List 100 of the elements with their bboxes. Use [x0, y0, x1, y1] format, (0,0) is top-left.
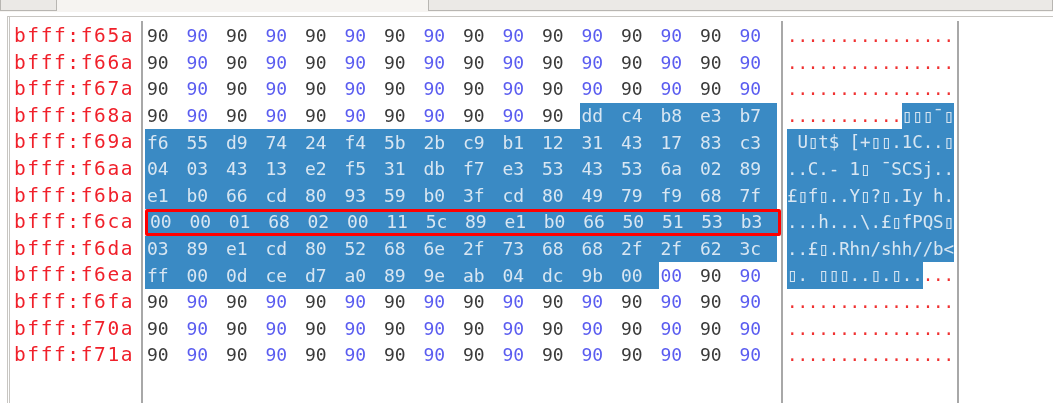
hex-byte[interactable]: 90	[698, 315, 738, 343]
hex-byte[interactable]: 90	[342, 102, 382, 130]
hex-byte[interactable]: 51	[659, 212, 700, 233]
hex-byte[interactable]: 90	[461, 23, 501, 50]
hex-byte[interactable]: 90	[500, 76, 540, 103]
hex-byte[interactable]: 90	[382, 76, 422, 103]
hex-byte[interactable]: f4	[342, 129, 382, 156]
hex-byte[interactable]: 90	[421, 76, 461, 103]
hex-byte[interactable]: 90	[737, 315, 777, 343]
hex-byte[interactable]: 50	[620, 212, 660, 233]
hex-byte[interactable]: 90	[500, 342, 540, 369]
hex-byte[interactable]: 11	[384, 212, 424, 233]
hex-byte[interactable]: 12	[540, 129, 580, 156]
hex-byte[interactable]: 02	[305, 212, 345, 233]
hex-byte[interactable]: 90	[698, 288, 738, 316]
hex-byte[interactable]: 90	[184, 342, 224, 369]
hex-byte[interactable]: 90	[382, 49, 422, 77]
hex-byte[interactable]: e1	[502, 212, 542, 233]
hex-byte[interactable]: 90	[145, 342, 185, 369]
hex-byte[interactable]: 90	[224, 342, 264, 369]
hex-byte[interactable]: b1	[500, 129, 540, 156]
hex-byte[interactable]: 90	[224, 315, 264, 343]
hex-byte[interactable]: 90	[263, 76, 303, 103]
hex-byte[interactable]: 90	[382, 288, 422, 316]
hex-byte[interactable]: 3f	[461, 182, 501, 210]
hex-byte[interactable]: 01	[226, 212, 267, 233]
hex-byte[interactable]: 90	[421, 315, 461, 343]
hex-byte[interactable]: e2	[303, 155, 343, 183]
hex-byte[interactable]: 90	[658, 23, 698, 50]
hex-byte[interactable]: 90	[342, 315, 382, 343]
hex-byte[interactable]: 00	[658, 262, 698, 289]
hex-byte[interactable]: 90	[658, 342, 698, 369]
hex-byte[interactable]: 90	[540, 342, 580, 369]
hex-byte[interactable]: 90	[737, 76, 777, 103]
hex-byte[interactable]: 90	[461, 342, 501, 369]
hex-byte[interactable]: 90	[303, 49, 343, 77]
hex-byte[interactable]: 2f	[461, 235, 501, 263]
hex-byte[interactable]: 90	[184, 76, 224, 103]
hex-byte[interactable]: f6	[145, 129, 185, 156]
hex-byte[interactable]: 90	[303, 102, 343, 130]
hex-byte[interactable]: 90	[145, 315, 185, 343]
hex-byte[interactable]: 68	[540, 235, 580, 263]
hex-byte[interactable]: 90	[342, 49, 382, 77]
hex-byte[interactable]: 90	[382, 102, 422, 130]
hex-byte[interactable]: dd	[579, 102, 619, 130]
hex-byte[interactable]: 90	[737, 342, 777, 369]
hex-byte[interactable]: 24	[303, 129, 343, 156]
hex-byte[interactable]: 90	[500, 49, 540, 77]
hex-byte[interactable]: ab	[461, 262, 501, 289]
hex-byte[interactable]: 55	[184, 129, 224, 156]
hex-byte[interactable]: 2f	[619, 235, 659, 263]
hex-byte[interactable]: 90	[461, 76, 501, 103]
hex-byte[interactable]: 68	[698, 182, 738, 210]
hex-byte[interactable]: c3	[737, 129, 777, 156]
hex-byte[interactable]: 03	[145, 235, 185, 263]
hex-byte[interactable]: 90	[619, 288, 659, 316]
hex-byte[interactable]: 9e	[421, 262, 461, 289]
hex-byte[interactable]: 90	[421, 49, 461, 77]
ascii-text[interactable]: ................	[787, 315, 954, 343]
hex-byte[interactable]: 90	[145, 23, 185, 50]
hex-byte[interactable]: e1	[145, 182, 185, 210]
hex-byte[interactable]: 79	[619, 182, 659, 210]
hex-byte[interactable]: c4	[619, 102, 659, 130]
hex-byte[interactable]: 90	[263, 288, 303, 316]
hex-byte[interactable]: 90	[303, 342, 343, 369]
hex-byte[interactable]: 90	[619, 76, 659, 103]
hex-byte[interactable]: 90	[303, 23, 343, 50]
hex-byte[interactable]: 90	[461, 102, 501, 130]
hex-byte[interactable]: 90	[658, 288, 698, 316]
hex-byte[interactable]: 90	[421, 342, 461, 369]
hex-byte[interactable]: b7	[737, 102, 777, 130]
hex-byte[interactable]: 5c	[423, 212, 463, 233]
hex-byte[interactable]: 04	[500, 262, 540, 289]
hex-byte[interactable]: 90	[263, 315, 303, 343]
hex-byte[interactable]: d9	[224, 129, 264, 156]
hex-byte[interactable]: 9b	[579, 262, 619, 289]
hex-byte[interactable]: 90	[184, 102, 224, 130]
hex-byte[interactable]: 17	[658, 129, 698, 156]
hex-byte[interactable]: 80	[303, 182, 343, 210]
hex-byte[interactable]: 31	[382, 155, 422, 183]
ascii-text[interactable]: ...........	[787, 102, 902, 130]
hex-byte[interactable]: 90	[579, 49, 619, 77]
hex-byte[interactable]: 90	[263, 23, 303, 50]
hex-byte[interactable]: 59	[382, 182, 422, 210]
hex-byte[interactable]: 90	[540, 102, 580, 130]
hex-byte[interactable]: 90	[737, 262, 777, 289]
hex-byte[interactable]: 89	[463, 212, 503, 233]
ascii-text[interactable]: ...h...\.£▯fPQS▯	[787, 209, 954, 236]
hex-byte[interactable]: 90	[303, 288, 343, 316]
hex-byte[interactable]: 90	[421, 288, 461, 316]
hex-byte[interactable]: 90	[579, 76, 619, 103]
hex-byte[interactable]: dc	[540, 262, 580, 289]
hex-byte[interactable]: 90	[540, 49, 580, 77]
hex-byte[interactable]: 90	[540, 23, 580, 50]
hex-byte[interactable]: 90	[737, 288, 777, 316]
hex-byte[interactable]: 31	[579, 129, 619, 156]
hex-byte[interactable]: 04	[145, 155, 185, 183]
hex-byte[interactable]: 90	[579, 315, 619, 343]
hex-byte[interactable]: 53	[699, 212, 739, 233]
hex-byte[interactable]: e3	[698, 102, 738, 130]
